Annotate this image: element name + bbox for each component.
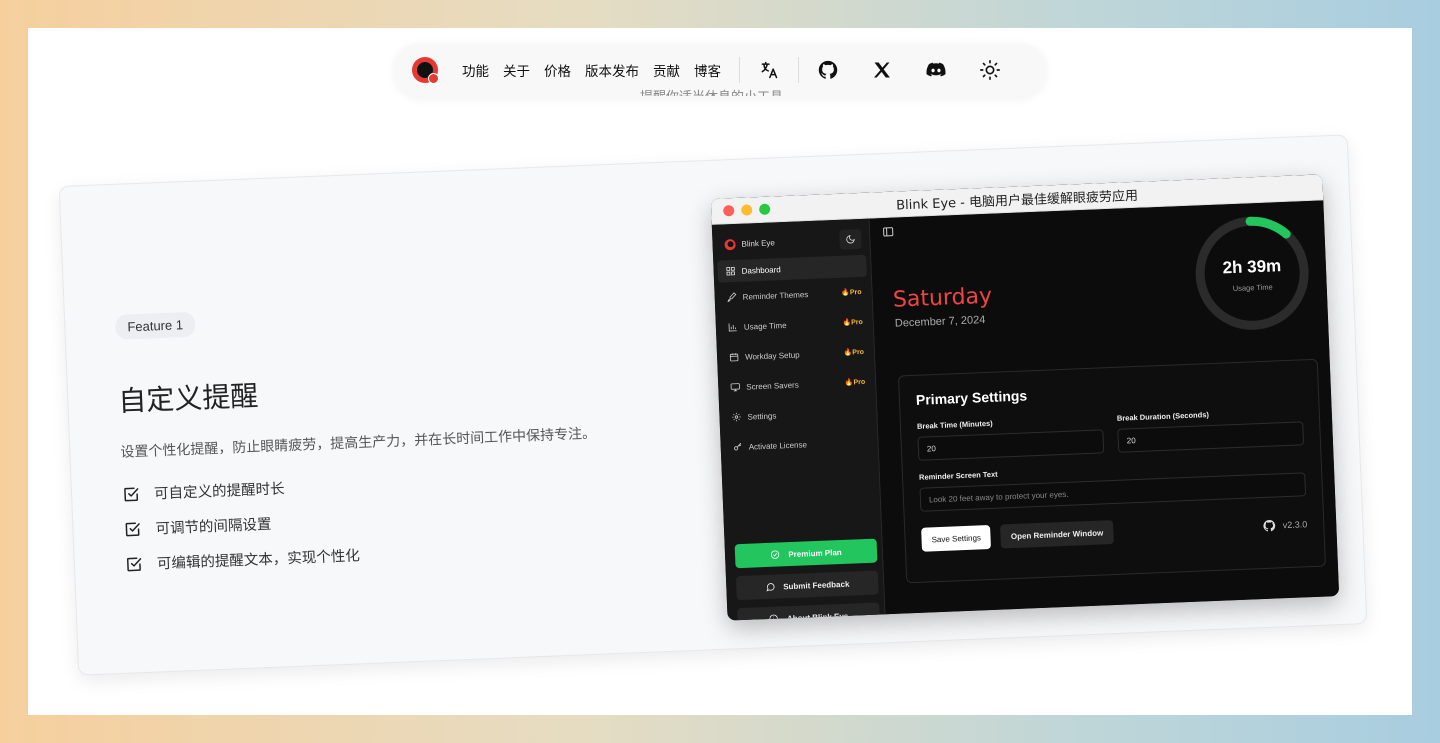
bar-chart-icon bbox=[728, 323, 737, 332]
dashboard-main: Saturday December 7, 2024 2h 39m Usage T… bbox=[869, 200, 1340, 615]
nav-about[interactable]: 关于 bbox=[503, 60, 530, 80]
nav-pricing[interactable]: 价格 bbox=[544, 60, 571, 80]
pro-badge: 🔥 Pro bbox=[843, 348, 865, 357]
brand-name: Blink Eye bbox=[741, 237, 776, 249]
break-time-input[interactable] bbox=[917, 429, 1105, 461]
nav-releases[interactable]: 版本发布 bbox=[585, 60, 639, 80]
about-button[interactable]: About Blink Eye bbox=[737, 602, 881, 621]
brush-icon bbox=[727, 292, 737, 303]
usage-time-ring: 2h 39m Usage Time bbox=[1190, 211, 1315, 336]
check-circle-icon bbox=[771, 550, 780, 559]
settings-actions: Save Settings Open Reminder Window v2.3.… bbox=[921, 512, 1308, 552]
list-item: 可编辑的提醒文本，实现个性化 bbox=[124, 531, 684, 574]
settings-title: Primary Settings bbox=[915, 387, 1028, 408]
x-icon[interactable] bbox=[871, 59, 893, 81]
fire-icon: 🔥 bbox=[844, 379, 854, 387]
pro-badge: 🔥 Pro bbox=[841, 288, 862, 297]
hero-subtitle-obscured: 提醒你适当休息的小工具。 bbox=[640, 86, 800, 96]
version-info[interactable]: v2.3.0 bbox=[1262, 517, 1307, 533]
sidebar-item-label: Screen Savers bbox=[746, 380, 799, 392]
feature-bullet-text: 可编辑的提醒文本，实现个性化 bbox=[156, 548, 361, 573]
about-label: About Blink Eye bbox=[786, 611, 849, 621]
window-body: Blink Eye Dashboard Reminder Themes 🔥 Pr… bbox=[711, 200, 1340, 621]
list-item: 可自定义的提醒时长 bbox=[122, 461, 682, 504]
checkbox-check-icon bbox=[125, 522, 140, 536]
settings-row: Break Time (Minutes) Break Duration (Sec… bbox=[916, 406, 1305, 461]
blink-eye-logo-icon[interactable] bbox=[412, 57, 439, 84]
sidebar-item-label: Dashboard bbox=[741, 264, 781, 276]
sun-icon[interactable] bbox=[979, 59, 1001, 81]
sidebar-item-label: Settings bbox=[747, 410, 777, 422]
message-icon bbox=[766, 583, 775, 592]
premium-plan-button[interactable]: Premium Plan bbox=[734, 538, 878, 569]
feature-text-column: Feature 1 自定义提醒 设置个性化提醒，防止眼睛疲劳，提高生产力，并在长… bbox=[114, 292, 686, 588]
break-duration-field: Break Duration (Seconds) bbox=[1116, 406, 1305, 453]
nav-divider bbox=[798, 57, 799, 83]
app-sidebar: Blink Eye Dashboard Reminder Themes 🔥 Pr… bbox=[711, 218, 886, 621]
nav-divider bbox=[739, 57, 740, 83]
nav-contribute[interactable]: 贡献 bbox=[653, 60, 680, 80]
blink-eye-logo-icon bbox=[724, 238, 736, 250]
fire-icon: 🔥 bbox=[842, 319, 852, 327]
translate-icon[interactable] bbox=[758, 59, 780, 81]
sidebar-item-label: Usage Time bbox=[743, 320, 787, 332]
feature-bullet-text: 可自定义的提醒时长 bbox=[153, 481, 285, 503]
checkbox-check-icon bbox=[124, 487, 139, 501]
feature-list: 可自定义的提醒时长 可调节的间隔设置 可编辑的提醒文本，实现个性化 bbox=[122, 461, 685, 574]
gear-icon bbox=[732, 412, 741, 422]
current-date: December 7, 2024 bbox=[894, 314, 986, 330]
list-item: 可调节的间隔设置 bbox=[123, 496, 683, 539]
primary-settings-card: Primary Settings Break Time (Minutes) Br… bbox=[897, 358, 1326, 584]
open-reminder-window-button[interactable]: Open Reminder Window bbox=[1000, 520, 1114, 549]
version-label: v2.3.0 bbox=[1282, 519, 1308, 531]
sidebar-toggle-icon[interactable] bbox=[882, 226, 894, 238]
feature-description: 设置个性化提醒，防止眼睛疲劳，提高生产力，并在长时间工作中保持专注。 bbox=[120, 425, 597, 461]
fire-icon: 🔥 bbox=[843, 349, 853, 357]
save-settings-button[interactable]: Save Settings bbox=[921, 524, 992, 552]
sidebar-item-label: Activate License bbox=[748, 439, 808, 452]
break-duration-label: Break Duration (Seconds) bbox=[1116, 410, 1210, 423]
sidebar-item-label: Reminder Themes bbox=[742, 289, 809, 302]
sidebar-item-activate-license[interactable]: Activate License bbox=[720, 426, 878, 462]
break-time-label: Break Time (Minutes) bbox=[916, 418, 993, 431]
key-icon bbox=[734, 442, 742, 451]
submit-feedback-button[interactable]: Submit Feedback bbox=[735, 570, 879, 601]
calendar-icon bbox=[729, 353, 739, 362]
submit-feedback-label: Submit Feedback bbox=[783, 579, 850, 591]
github-icon bbox=[1263, 519, 1276, 532]
break-time-field: Break Time (Minutes) bbox=[916, 414, 1105, 461]
grid-icon bbox=[726, 266, 735, 276]
feature-card: Feature 1 自定义提醒 设置个性化提醒，防止眼睛疲劳，提高生产力，并在长… bbox=[58, 134, 1368, 676]
discord-icon[interactable] bbox=[925, 59, 947, 81]
monitor-icon bbox=[730, 383, 740, 392]
day-of-week: Saturday bbox=[892, 283, 993, 313]
github-icon[interactable] bbox=[817, 59, 839, 81]
nav-blog[interactable]: 博客 bbox=[694, 60, 721, 80]
pro-badge: 🔥 Pro bbox=[844, 378, 866, 387]
sidebar-brand: Blink Eye bbox=[724, 237, 775, 250]
feature-title: 自定义提醒 bbox=[117, 379, 259, 418]
feature-bullet-text: 可调节的间隔设置 bbox=[155, 516, 272, 538]
premium-plan-label: Premium Plan bbox=[788, 547, 842, 559]
fire-icon: 🔥 bbox=[841, 289, 851, 297]
checkbox-check-icon bbox=[126, 557, 142, 571]
break-duration-input[interactable] bbox=[1117, 421, 1305, 453]
moon-icon bbox=[846, 235, 855, 244]
sidebar-item-label: Workday Setup bbox=[744, 349, 800, 362]
theme-toggle-button[interactable] bbox=[839, 228, 862, 250]
feature-badge: Feature 1 bbox=[114, 311, 196, 340]
app-window: Blink Eye - 电脑用户最佳缓解眼疲劳应用 Blink Eye Dash… bbox=[710, 174, 1340, 621]
reminder-text-field: Reminder Screen Text bbox=[919, 457, 1307, 512]
pro-badge: 🔥 Pro bbox=[842, 318, 863, 327]
nav-features[interactable]: 功能 bbox=[462, 60, 489, 80]
info-icon bbox=[769, 614, 779, 621]
page: 功能 关于 价格 版本发布 贡献 博客 提醒你适当休息的小工具。 Feature… bbox=[28, 28, 1412, 715]
